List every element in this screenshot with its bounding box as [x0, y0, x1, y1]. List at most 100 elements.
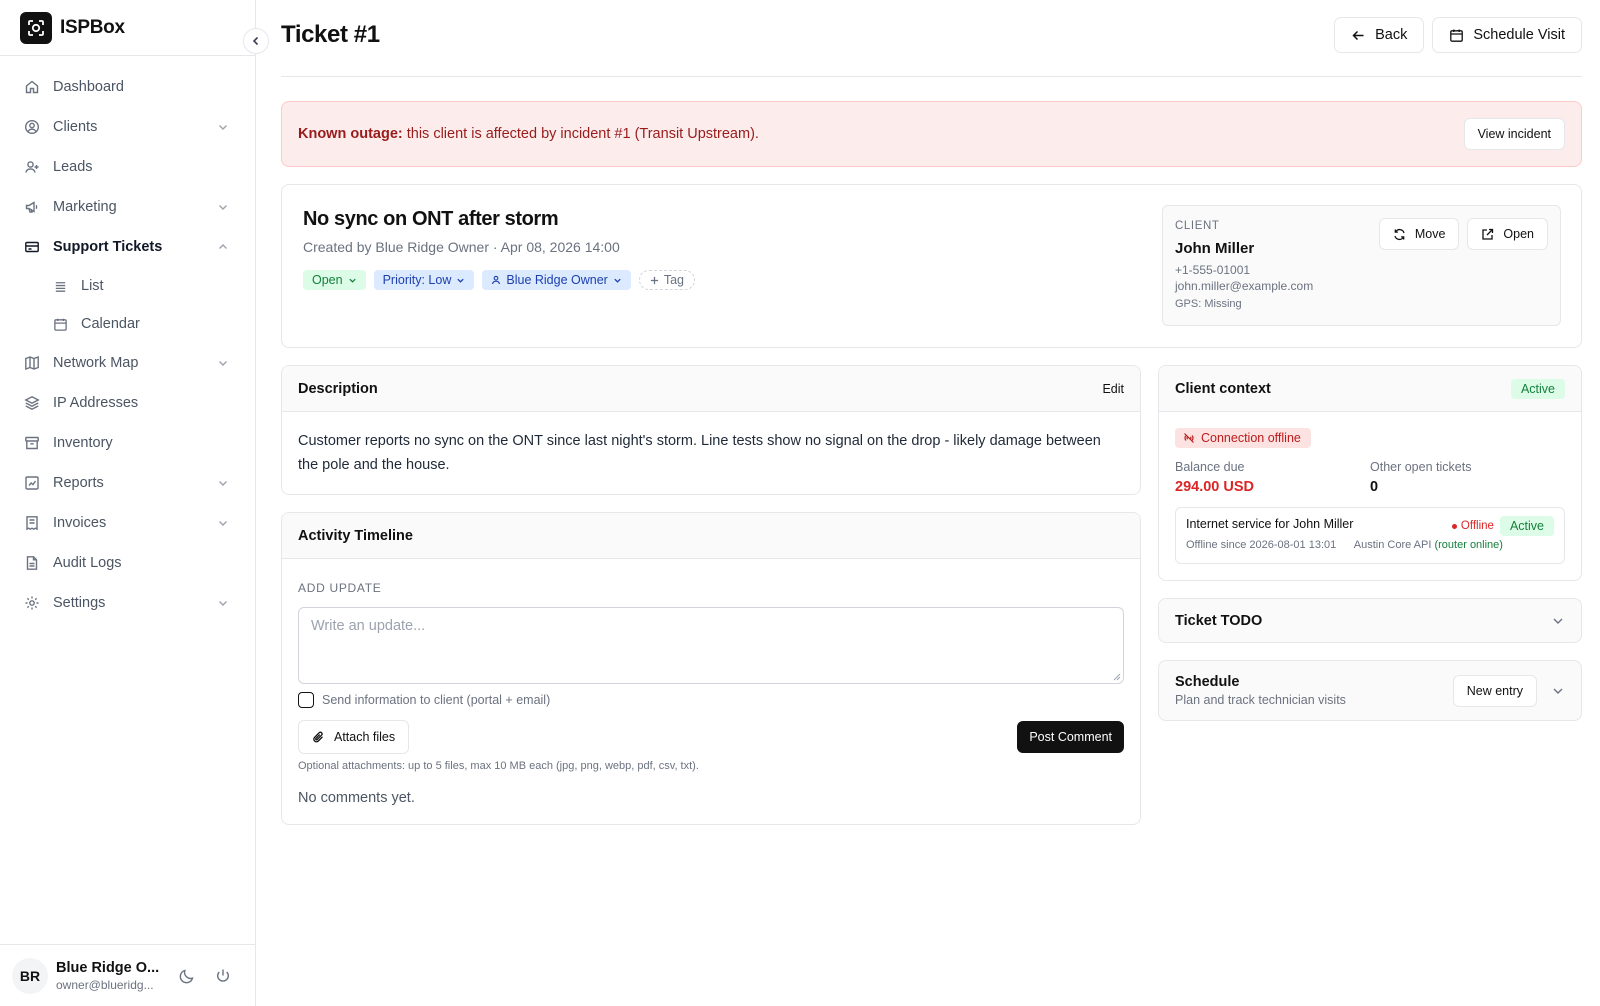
status-dropdown[interactable]: Open: [303, 270, 366, 290]
sidebar-item-support-tickets[interactable]: Support Tickets: [0, 227, 255, 267]
sidebar-item-clients[interactable]: Clients: [0, 107, 255, 147]
edit-description-button[interactable]: Edit: [1102, 382, 1124, 396]
schedule-visit-button[interactable]: Schedule Visit: [1432, 17, 1582, 53]
description-panel: Description Edit Customer reports no syn…: [281, 365, 1141, 495]
chevron-down-icon[interactable]: [1551, 684, 1565, 698]
arrow-left-icon: [1352, 30, 1364, 40]
sidebar-item-reports[interactable]: Reports: [0, 463, 255, 503]
receipt-icon: [26, 516, 38, 531]
balance-due: Balance due 294.00 USD: [1175, 460, 1370, 495]
chevron-down-icon[interactable]: [1551, 614, 1565, 628]
sidebar-item-leads[interactable]: Leads: [0, 147, 255, 187]
ticket-todo-panel[interactable]: Ticket TODO: [1158, 598, 1582, 643]
file-icon: [26, 556, 38, 570]
sidebar-item-label: Calendar: [81, 316, 140, 332]
refresh-icon: [1394, 228, 1405, 240]
right-column: Client context Active Connection offline…: [1158, 365, 1582, 825]
chevron-down-icon: [219, 521, 227, 526]
moon-icon[interactable]: [178, 967, 196, 985]
brand-name: ISPBox: [60, 16, 125, 38]
outage-alert-message: this client is affected by incident #1 (…: [402, 126, 759, 142]
other-open-tickets: Other open tickets 0: [1370, 460, 1565, 495]
activity-timeline-panel: Activity Timeline ADD UPDATE Write an up…: [281, 512, 1141, 825]
timeline-title: Activity Timeline: [298, 527, 413, 544]
resize-handle-icon[interactable]: [1112, 672, 1121, 681]
user-icon: [492, 275, 501, 285]
service-details: Offline since 2026-08-01 13:01 Austin Co…: [1186, 539, 1554, 551]
sidebar-item-inventory[interactable]: Inventory: [0, 423, 255, 463]
post-comment-button[interactable]: Post Comment: [1017, 721, 1124, 753]
chevron-down-icon: [348, 278, 356, 283]
status-label: Open: [312, 273, 343, 287]
chevron-down-icon: [219, 601, 227, 606]
brand[interactable]: ISPBox: [0, 0, 255, 56]
chevron-down-icon: [457, 278, 465, 283]
user-circle-icon: [24, 119, 40, 135]
service-status: Offline Active: [1451, 516, 1554, 536]
user-info[interactable]: Blue Ridge O... owner@blueridg...: [56, 960, 160, 992]
avatar[interactable]: BR: [12, 957, 48, 994]
empty-comments: No comments yet.: [298, 790, 415, 806]
balance-due-label: Balance due: [1175, 460, 1245, 474]
client-context-title: Client context: [1175, 380, 1271, 397]
sidebar-item-label: Invoices: [53, 515, 107, 531]
power-icon[interactable]: [214, 967, 232, 985]
sidebar-item-label: Support Tickets: [53, 239, 163, 255]
sidebar-item-ip-addresses[interactable]: IP Addresses: [0, 383, 255, 423]
router-api: Austin Core API: [1353, 539, 1432, 551]
assignee-label: Blue Ridge Owner: [506, 273, 608, 287]
timeline-body: ADD UPDATE Write an update... Send infor…: [282, 559, 1140, 824]
notify-client-checkbox[interactable]: [298, 692, 314, 708]
collapse-sidebar-button[interactable]: [243, 28, 269, 54]
client-name[interactable]: John Miller: [1175, 240, 1254, 257]
view-incident-button[interactable]: View incident: [1463, 118, 1565, 150]
move-button[interactable]: Move: [1378, 218, 1460, 250]
sidebar-item-label: Inventory: [53, 435, 113, 451]
add-tag-label: Tag: [663, 273, 684, 287]
sidebar-item-invoices[interactable]: Invoices: [0, 503, 255, 543]
description-text: Customer reports no sync on the ONT sinc…: [298, 433, 1101, 473]
sidebar-nav: Dashboard Clients Leads Marketing Suppor…: [0, 56, 255, 623]
connection-offline-label: Connection offline: [1201, 431, 1301, 445]
chevron-down-icon: [219, 125, 227, 130]
chevron-left-icon: [252, 36, 259, 46]
assignee-dropdown[interactable]: Blue Ridge Owner: [482, 270, 631, 290]
sidebar-item-label: Leads: [53, 159, 93, 175]
attach-files-button[interactable]: Attach files: [298, 720, 410, 754]
sidebar-item-marketing[interactable]: Marketing: [0, 187, 255, 227]
attach-files-label: Attach files: [334, 730, 396, 744]
sidebar-item-calendar[interactable]: Calendar: [0, 305, 255, 343]
new-entry-button[interactable]: New entry: [1452, 674, 1537, 707]
service-card[interactable]: Internet service for John Miller Offline…: [1175, 507, 1565, 564]
user-name: Blue Ridge O...: [56, 959, 160, 976]
sidebar-item-audit-logs[interactable]: Audit Logs: [0, 543, 255, 583]
add-tag-button[interactable]: Tag: [638, 270, 695, 290]
page-title: Ticket #1: [281, 21, 380, 48]
timeline-actions: Attach files Post Comment: [298, 720, 1124, 754]
user-bar: BR Blue Ridge O... owner@blueridg...: [0, 944, 256, 1006]
sidebar-item-dashboard[interactable]: Dashboard: [0, 67, 255, 107]
sidebar-item-list[interactable]: List: [0, 267, 255, 305]
update-textarea[interactable]: Write an update...: [298, 607, 1124, 684]
notify-client-row: Send information to client (portal + ema…: [298, 692, 1124, 708]
sidebar-item-network-map[interactable]: Network Map: [0, 343, 255, 383]
sidebar-item-label: Dashboard: [53, 79, 124, 95]
move-label: Move: [1414, 227, 1446, 241]
sidebar-item-label: Marketing: [53, 199, 117, 215]
notify-client-label[interactable]: Send information to client (portal + ema…: [322, 693, 550, 707]
offline-since: Offline since 2026-08-01 13:01: [1186, 539, 1337, 551]
other-open-tickets-label: Other open tickets: [1370, 460, 1472, 474]
sidebar-item-settings[interactable]: Settings: [0, 583, 255, 623]
content-columns: Description Edit Customer reports no syn…: [281, 365, 1582, 825]
open-client-button[interactable]: Open: [1467, 218, 1548, 250]
back-button[interactable]: Back: [1334, 17, 1425, 53]
client-context-header: Client context Active: [1159, 366, 1581, 412]
user-plus-icon: [25, 161, 39, 173]
chevron-down-icon: [219, 481, 227, 486]
priority-dropdown[interactable]: Priority: Low: [373, 270, 475, 290]
gear-icon: [25, 596, 39, 610]
schedule-title: Schedule: [1175, 674, 1240, 690]
client-card: CLIENT John Miller +1-555-01001 john.mil…: [1162, 205, 1561, 326]
client-actions: Move Open: [1378, 218, 1548, 250]
home-icon: [25, 80, 39, 94]
